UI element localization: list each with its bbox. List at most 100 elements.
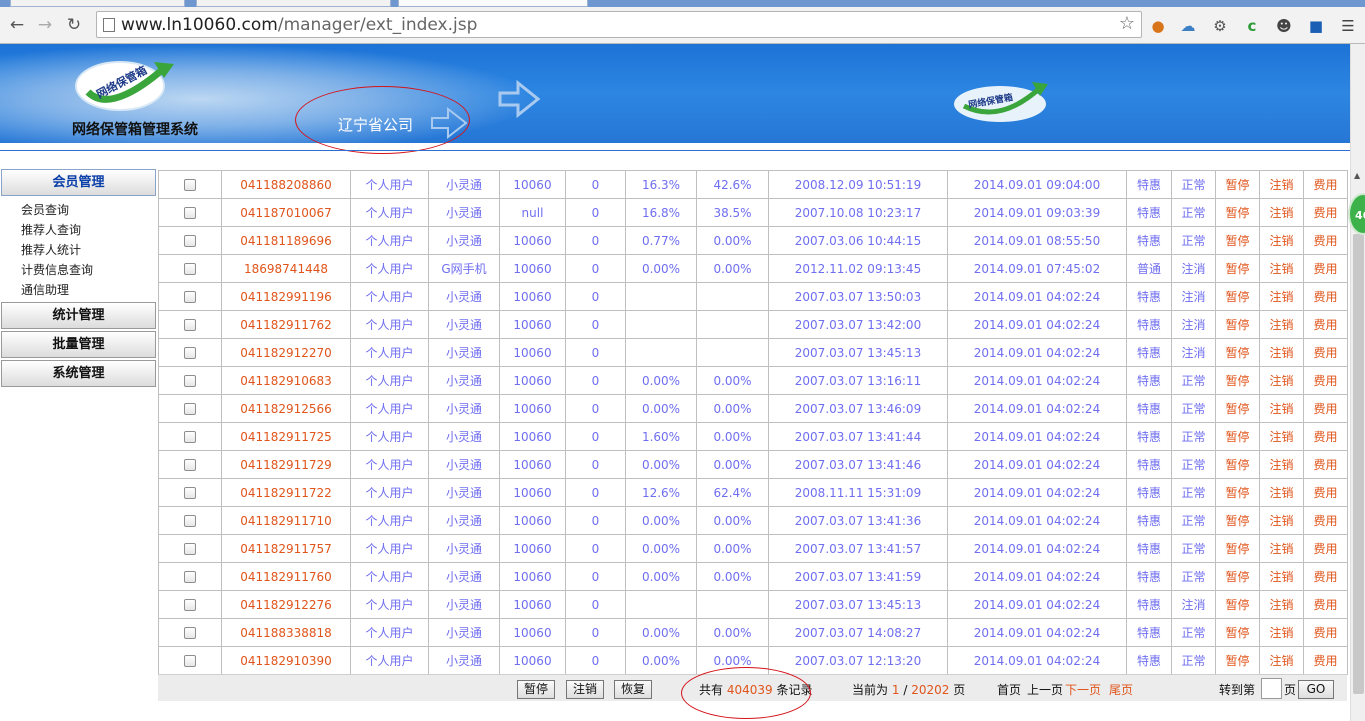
fee-link[interactable]: 费用 (1303, 422, 1348, 451)
pause-link[interactable]: 暂停 (1215, 506, 1260, 535)
restore-button[interactable]: 恢复 (614, 680, 652, 699)
row-checkbox[interactable] (184, 403, 196, 415)
fee-link[interactable]: 费用 (1303, 506, 1348, 535)
row-checkbox[interactable] (184, 487, 196, 499)
back-arrow-icon[interactable]: ← (6, 14, 28, 36)
prev-page-link[interactable]: 上一页 (1027, 681, 1063, 698)
sidebar-section-stats[interactable]: 统计管理 (1, 302, 156, 329)
sidebar-item-referrer-query[interactable]: 推荐人查询 (21, 220, 156, 240)
fee-link[interactable]: 费用 (1303, 198, 1348, 227)
row-checkbox[interactable] (184, 571, 196, 583)
fee-link[interactable]: 费用 (1303, 226, 1348, 255)
pause-link[interactable]: 暂停 (1215, 534, 1260, 563)
row-checkbox[interactable] (184, 543, 196, 555)
fee-link[interactable]: 费用 (1303, 450, 1348, 479)
pause-link[interactable]: 暂停 (1215, 366, 1260, 395)
cancel-link[interactable]: 注销 (1259, 254, 1304, 283)
row-checkbox[interactable] (184, 655, 196, 667)
cancel-link[interactable]: 注销 (1259, 534, 1304, 563)
first-page-link[interactable]: 首页 (997, 681, 1021, 698)
cancel-link[interactable]: 注销 (1259, 226, 1304, 255)
goto-page-input[interactable] (1261, 678, 1282, 699)
row-checkbox[interactable] (184, 347, 196, 359)
cancel-link[interactable]: 注销 (1259, 310, 1304, 339)
pause-link[interactable]: 暂停 (1215, 394, 1260, 423)
fee-link[interactable]: 费用 (1303, 534, 1348, 563)
row-checkbox[interactable] (184, 431, 196, 443)
row-checkbox[interactable] (184, 179, 196, 191)
fee-link[interactable]: 费用 (1303, 366, 1348, 395)
fee-link[interactable]: 费用 (1303, 590, 1348, 619)
row-checkbox[interactable] (184, 627, 196, 639)
next-page-link[interactable]: 下一页 (1065, 681, 1101, 698)
go-button[interactable]: GO (1298, 680, 1334, 699)
fee-link[interactable]: 费用 (1303, 282, 1348, 311)
row-checkbox[interactable] (184, 235, 196, 247)
forward-arrow-icon[interactable]: → (34, 14, 56, 36)
cancel-link[interactable]: 注销 (1259, 562, 1304, 591)
row-checkbox[interactable] (184, 375, 196, 387)
sidebar-item-billing-query[interactable]: 计费信息查询 (21, 260, 156, 280)
cancel-link[interactable]: 注销 (1259, 618, 1304, 647)
fee-link[interactable]: 费用 (1303, 170, 1348, 199)
menu-icon[interactable]: ☰ (1338, 16, 1358, 36)
fee-link[interactable]: 费用 (1303, 646, 1348, 675)
scroll-up-icon[interactable]: ▲ (1354, 171, 1360, 180)
pause-link[interactable]: 暂停 (1215, 254, 1260, 283)
sidebar-item-comm-assistant[interactable]: 通信助理 (21, 280, 156, 300)
row-checkbox[interactable] (184, 515, 196, 527)
pause-button[interactable]: 暂停 (517, 680, 555, 699)
row-checkbox[interactable] (184, 263, 196, 275)
browser-tab[interactable] (196, 0, 391, 7)
pause-link[interactable]: 暂停 (1215, 310, 1260, 339)
pause-link[interactable]: 暂停 (1215, 422, 1260, 451)
cancel-link[interactable]: 注销 (1259, 338, 1304, 367)
cancel-link[interactable]: 注销 (1259, 366, 1304, 395)
bookmark-star-icon[interactable]: ☆ (1119, 13, 1135, 34)
pause-link[interactable]: 暂停 (1215, 282, 1260, 311)
pause-link[interactable]: 暂停 (1215, 478, 1260, 507)
cancel-link[interactable]: 注销 (1259, 282, 1304, 311)
row-checkbox[interactable] (184, 459, 196, 471)
row-checkbox[interactable] (184, 319, 196, 331)
fee-link[interactable]: 费用 (1303, 338, 1348, 367)
cancel-link[interactable]: 注销 (1259, 590, 1304, 619)
extension-gear-icon[interactable]: ⚙ (1210, 16, 1230, 36)
fee-link[interactable]: 费用 (1303, 310, 1348, 339)
browser-tab-active[interactable] (398, 0, 588, 7)
cancel-link[interactable]: 注销 (1259, 394, 1304, 423)
pause-link[interactable]: 暂停 (1215, 618, 1260, 647)
reload-icon[interactable]: ↻ (63, 14, 85, 36)
pause-link[interactable]: 暂停 (1215, 170, 1260, 199)
sidebar-section-batch[interactable]: 批量管理 (1, 331, 156, 358)
cancel-account-button[interactable]: 注销 (566, 680, 604, 699)
row-checkbox[interactable] (184, 599, 196, 611)
extension-cloud-icon[interactable]: ☁ (1178, 16, 1198, 36)
fee-link[interactable]: 费用 (1303, 618, 1348, 647)
sidebar-item-referrer-stats[interactable]: 推荐人统计 (21, 240, 156, 260)
pause-link[interactable]: 暂停 (1215, 198, 1260, 227)
row-checkbox[interactable] (184, 207, 196, 219)
pause-link[interactable]: 暂停 (1215, 450, 1260, 479)
sidebar-item-member-query[interactable]: 会员查询 (21, 200, 156, 220)
fee-link[interactable]: 费用 (1303, 254, 1348, 283)
pause-link[interactable]: 暂停 (1215, 562, 1260, 591)
row-checkbox[interactable] (184, 291, 196, 303)
cancel-link[interactable]: 注销 (1259, 646, 1304, 675)
address-bar[interactable]: www.ln10060.com/manager/ext_index.jsp ☆ (96, 11, 1142, 38)
pause-link[interactable]: 暂停 (1215, 646, 1260, 675)
fee-link[interactable]: 费用 (1303, 478, 1348, 507)
fee-link[interactable]: 费用 (1303, 562, 1348, 591)
pause-link[interactable]: 暂停 (1215, 338, 1260, 367)
vertical-scrollbar[interactable]: ▲ (1350, 44, 1365, 721)
extension-mask-icon[interactable]: ☻ (1274, 16, 1294, 36)
last-page-link[interactable]: 尾页 (1109, 681, 1133, 698)
cancel-link[interactable]: 注销 (1259, 170, 1304, 199)
extension-blue-icon[interactable]: ■ (1306, 16, 1326, 36)
cancel-link[interactable]: 注销 (1259, 506, 1304, 535)
pause-link[interactable]: 暂停 (1215, 226, 1260, 255)
pause-link[interactable]: 暂停 (1215, 590, 1260, 619)
cancel-link[interactable]: 注销 (1259, 422, 1304, 451)
fee-link[interactable]: 费用 (1303, 394, 1348, 423)
sidebar-section-member[interactable]: 会员管理 (1, 169, 156, 196)
